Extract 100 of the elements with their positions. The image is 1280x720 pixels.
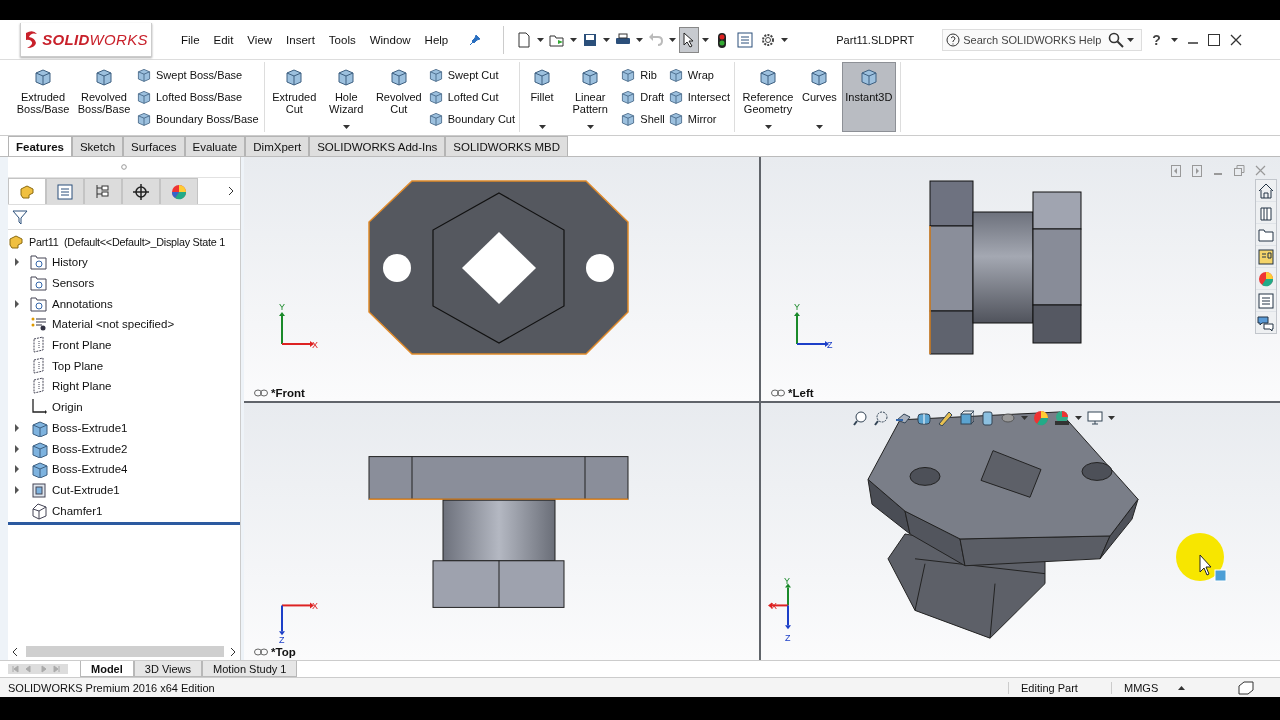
command-tab[interactable]: Evaluate <box>184 136 246 156</box>
caret-icon[interactable] <box>537 37 545 42</box>
caret-icon[interactable] <box>815 125 823 129</box>
maximize-icon[interactable] <box>1207 33 1220 46</box>
close-icon[interactable] <box>1229 33 1242 46</box>
ribbon-button[interactable]: Lofted Boss/Base <box>136 86 259 108</box>
ribbon-button[interactable]: Intersect <box>667 86 730 108</box>
command-tab[interactable]: Sketch <box>71 136 124 156</box>
tree-item[interactable]: Top Plane <box>30 356 104 375</box>
caret-icon[interactable] <box>781 37 789 42</box>
tree-item[interactable]: Material <not specified> <box>30 315 175 334</box>
menu-item[interactable]: Edit <box>206 33 241 46</box>
search-field[interactable]: Search SOLIDWORKS Help <box>942 28 1143 51</box>
ribbon-button[interactable]: Boundary Cut <box>427 108 515 130</box>
ribbon-button[interactable]: Swept Boss/Base <box>136 64 259 86</box>
ribbon-button[interactable]: Wrap <box>667 64 730 86</box>
cylinder-icon[interactable] <box>979 410 995 426</box>
search-icon[interactable] <box>1108 31 1125 48</box>
chat-icon[interactable] <box>1257 313 1275 332</box>
expand-arrow-icon[interactable] <box>14 465 20 474</box>
tree-item[interactable]: Annotations <box>30 294 113 313</box>
ribbon-button[interactable]: Draft <box>620 86 665 108</box>
view-link-icon[interactable] <box>254 389 268 397</box>
menu-item[interactable]: View <box>240 33 280 46</box>
palette-icon[interactable] <box>1257 247 1275 266</box>
ribbon-button[interactable]: Fillet <box>524 62 560 132</box>
pencil-icon[interactable] <box>937 410 953 426</box>
caret-icon[interactable] <box>342 125 350 129</box>
ribbon-button[interactable]: Instant3D <box>841 62 896 132</box>
caret-icon[interactable] <box>1108 416 1115 420</box>
ribbon-button[interactable]: Mirror <box>667 108 730 130</box>
select-button[interactable] <box>679 26 700 53</box>
home-icon[interactable] <box>1257 181 1275 200</box>
tree-item[interactable]: Sensors <box>30 274 95 293</box>
tree-item[interactable]: Part11 (Default<<Default>_Display State 1 <box>29 236 226 248</box>
tag-icon[interactable] <box>1238 680 1254 695</box>
ribbon-button[interactable]: Linear Pattern <box>563 62 618 132</box>
splitter-handle-icon[interactable] <box>121 164 127 170</box>
ribbon-button[interactable]: Shell <box>620 108 665 130</box>
caret-icon[interactable] <box>1127 37 1135 42</box>
color-ball-icon[interactable] <box>1257 269 1275 288</box>
ribbon-button[interactable]: Revolved Cut <box>372 62 425 132</box>
expand-arrow-icon[interactable] <box>14 444 20 453</box>
tree-item[interactable]: Cut-Extrude1 <box>30 480 120 499</box>
search-input[interactable]: Search SOLIDWORKS Help <box>963 33 1106 46</box>
ribbon-button[interactable]: Hole Wizard <box>322 62 370 132</box>
ribbon-button[interactable]: Swept Cut <box>427 64 515 86</box>
filter-icon[interactable] <box>12 209 28 225</box>
tree-item[interactable]: Right Plane <box>30 377 112 396</box>
tree-item[interactable]: Boss-Extrude1 <box>30 418 128 437</box>
model-tab[interactable]: Model <box>80 661 134 677</box>
command-tab[interactable]: SOLIDWORKS MBD <box>445 136 569 156</box>
gear-icon[interactable] <box>760 31 777 48</box>
tree-item[interactable]: Front Plane <box>30 336 112 355</box>
expand-arrow-icon[interactable] <box>14 258 20 267</box>
scroll-left-icon[interactable] <box>12 646 18 657</box>
ribbon-button[interactable]: Boundary Boss/Base <box>136 108 259 130</box>
unit-system[interactable]: MMGS <box>1111 681 1178 694</box>
caret-icon[interactable] <box>669 37 677 42</box>
viewport[interactable]: Y X *Front <box>244 157 759 401</box>
caret-icon[interactable] <box>702 37 710 42</box>
cube-icon[interactable] <box>958 410 974 426</box>
pin-icon[interactable] <box>469 33 482 46</box>
expand-arrow-icon[interactable] <box>14 423 20 432</box>
save-icon[interactable] <box>582 31 599 48</box>
ribbon-button[interactable]: Rib <box>620 64 665 86</box>
menu-item[interactable]: Window <box>362 33 418 46</box>
command-tab[interactable]: SOLIDWORKS Add-Ins <box>309 136 446 156</box>
caret-up-icon[interactable] <box>1178 685 1185 690</box>
eye-icon[interactable] <box>1000 410 1016 426</box>
expand-arrow-icon[interactable] <box>14 299 20 308</box>
command-tab[interactable]: Features <box>8 136 72 156</box>
command-tab[interactable]: Surfaces <box>123 136 185 156</box>
view-link-icon[interactable] <box>254 648 268 656</box>
chevron-right-icon[interactable] <box>228 186 234 196</box>
viewport[interactable]: X Z *Top <box>244 403 759 660</box>
tree-item[interactable]: Chamfer1 <box>30 501 103 520</box>
view-link-icon[interactable] <box>771 389 785 397</box>
menu-item[interactable]: File <box>174 33 207 46</box>
tree-item[interactable]: Origin <box>30 398 83 417</box>
caret-icon[interactable] <box>1075 416 1082 420</box>
scene-icon[interactable] <box>1054 410 1070 426</box>
tree-item[interactable]: Boss-Extrude4 <box>30 460 128 479</box>
rollback-bar[interactable] <box>8 521 240 525</box>
viewport[interactable]: Y Z *Left <box>761 157 1280 401</box>
zoom-to-fit-icon[interactable] <box>853 410 869 426</box>
menu-item[interactable]: Tools <box>321 33 363 46</box>
caret-icon[interactable] <box>1170 37 1178 42</box>
configuration-manager-icon[interactable] <box>94 182 112 201</box>
ribbon-button[interactable]: Lofted Cut <box>427 86 515 108</box>
caret-icon[interactable] <box>538 125 546 129</box>
menu-item[interactable]: Insert <box>279 33 322 46</box>
property-manager-icon[interactable] <box>56 182 74 201</box>
zoom-area-icon[interactable] <box>874 410 890 426</box>
caret-icon[interactable] <box>636 37 644 42</box>
tree-item[interactable]: History <box>30 253 88 272</box>
appearance-icon[interactable] <box>170 182 188 201</box>
model-tab[interactable]: 3D Views <box>133 661 203 677</box>
help-button[interactable]: ? <box>1152 31 1161 48</box>
expand-arrow-icon[interactable] <box>14 485 20 494</box>
